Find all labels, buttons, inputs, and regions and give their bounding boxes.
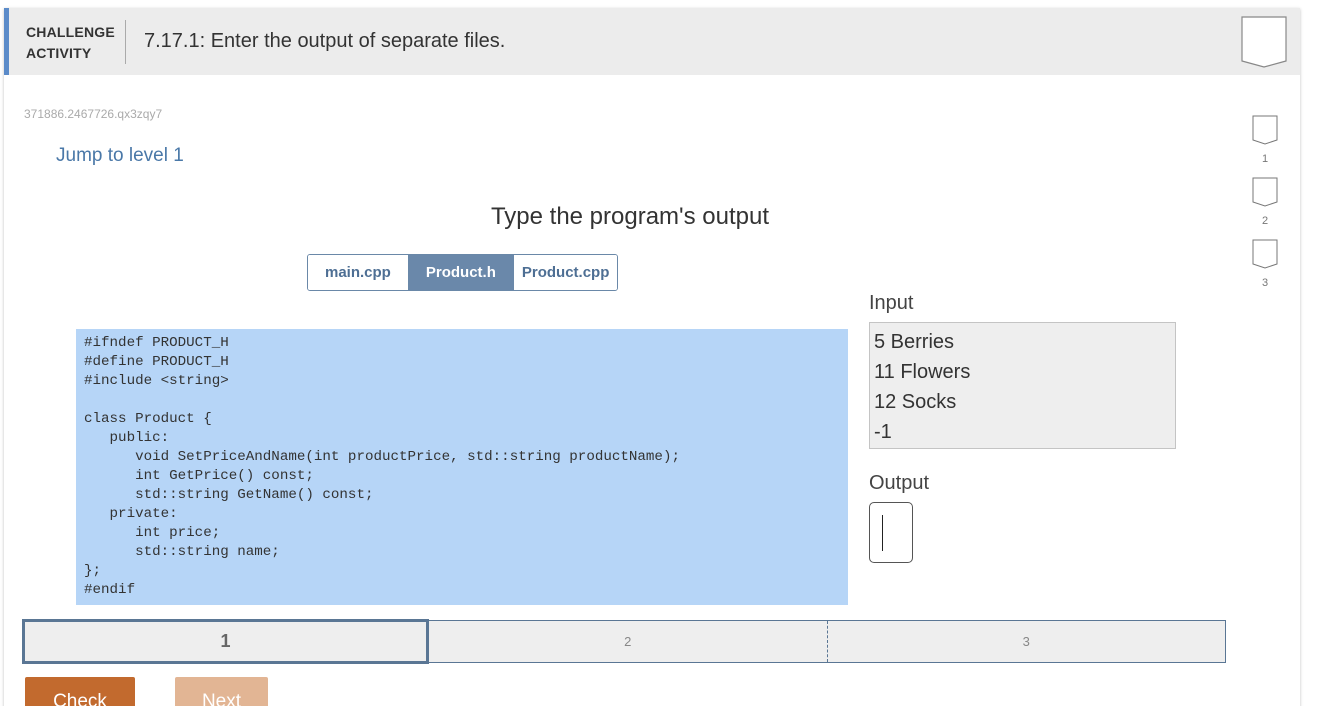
level-nav-item-1[interactable]: 1 [1250,115,1280,165]
instruction-prompt: Type the program's output [490,203,770,230]
jump-to-level-link[interactable]: Jump to level 1 [56,145,184,167]
code-line: #include <string> [84,373,229,389]
level-nav-number: 3 [1261,277,1269,289]
level-nav-item-2[interactable]: 2 [1250,177,1280,227]
activity-title: 7.17.1: Enter the output of separate fil… [144,30,506,52]
challenge-activity-card: CHALLENGE ACTIVITY 7.17.1: Enter the out… [4,8,1300,706]
badge-line-2: ACTIVITY [26,45,92,61]
level-1-bookmark-icon [1252,115,1278,145]
input-line: 11 Flowers [874,361,971,383]
code-line: std::string name; [84,544,280,560]
code-line: void SetPriceAndName(int productPrice, s… [84,449,680,465]
code-line: std::string GetName() const; [84,487,374,503]
header-divider [125,20,126,64]
input-line: 5 Berries [874,331,955,353]
completion-bookmark-icon [1241,16,1287,68]
progress-segment-2[interactable]: 2 [429,621,828,662]
level-nav-number: 1 [1261,153,1269,165]
level-progress-bar: 1 2 3 [22,619,1226,664]
output-field[interactable] [869,502,913,563]
code-line: int GetPrice() const; [84,468,314,484]
next-button[interactable]: Next [175,677,268,706]
code-line: class Product { [84,411,212,427]
code-line: #define PRODUCT_H [84,354,229,370]
code-line: #ifndef PRODUCT_H [84,335,229,351]
check-button[interactable]: Check [25,677,135,706]
code-line: #endif [84,582,136,598]
activity-id: 371886.2467726.qx3zqy7 [24,107,163,121]
activity-type-badge: CHALLENGE ACTIVITY [26,22,115,64]
code-line: int price; [84,525,221,541]
level-nav-item-3[interactable]: 3 [1250,239,1280,289]
progress-segment-3[interactable]: 3 [828,621,1226,662]
activity-header: CHALLENGE ACTIVITY 7.17.1: Enter the out… [4,8,1300,75]
program-input-box: 5 Berries 11 Flowers 12 Socks -1 [869,322,1176,449]
code-viewer: #ifndef PRODUCT_H #define PRODUCT_H #inclu… [76,329,848,605]
progress-segment-1[interactable]: 1 [22,619,429,664]
level-3-bookmark-icon [1252,239,1278,269]
tab-product-cpp[interactable]: Product.cpp [512,255,618,290]
code-line: }; [84,563,102,579]
tab-product-h[interactable]: Product.h [407,255,513,290]
input-line: 12 Socks [874,391,957,413]
text-caret [882,515,883,551]
tab-main-cpp[interactable]: main.cpp [308,255,408,290]
level-nav-number: 2 [1261,215,1269,227]
input-label: Input [869,292,914,314]
output-label: Output [869,472,930,494]
code-line: public: [84,430,170,446]
level-2-bookmark-icon [1252,177,1278,207]
badge-line-1: CHALLENGE [26,24,115,40]
input-line: -1 [874,421,892,443]
code-line: private: [84,506,178,522]
file-tabs: main.cpp Product.h Product.cpp [307,254,619,291]
